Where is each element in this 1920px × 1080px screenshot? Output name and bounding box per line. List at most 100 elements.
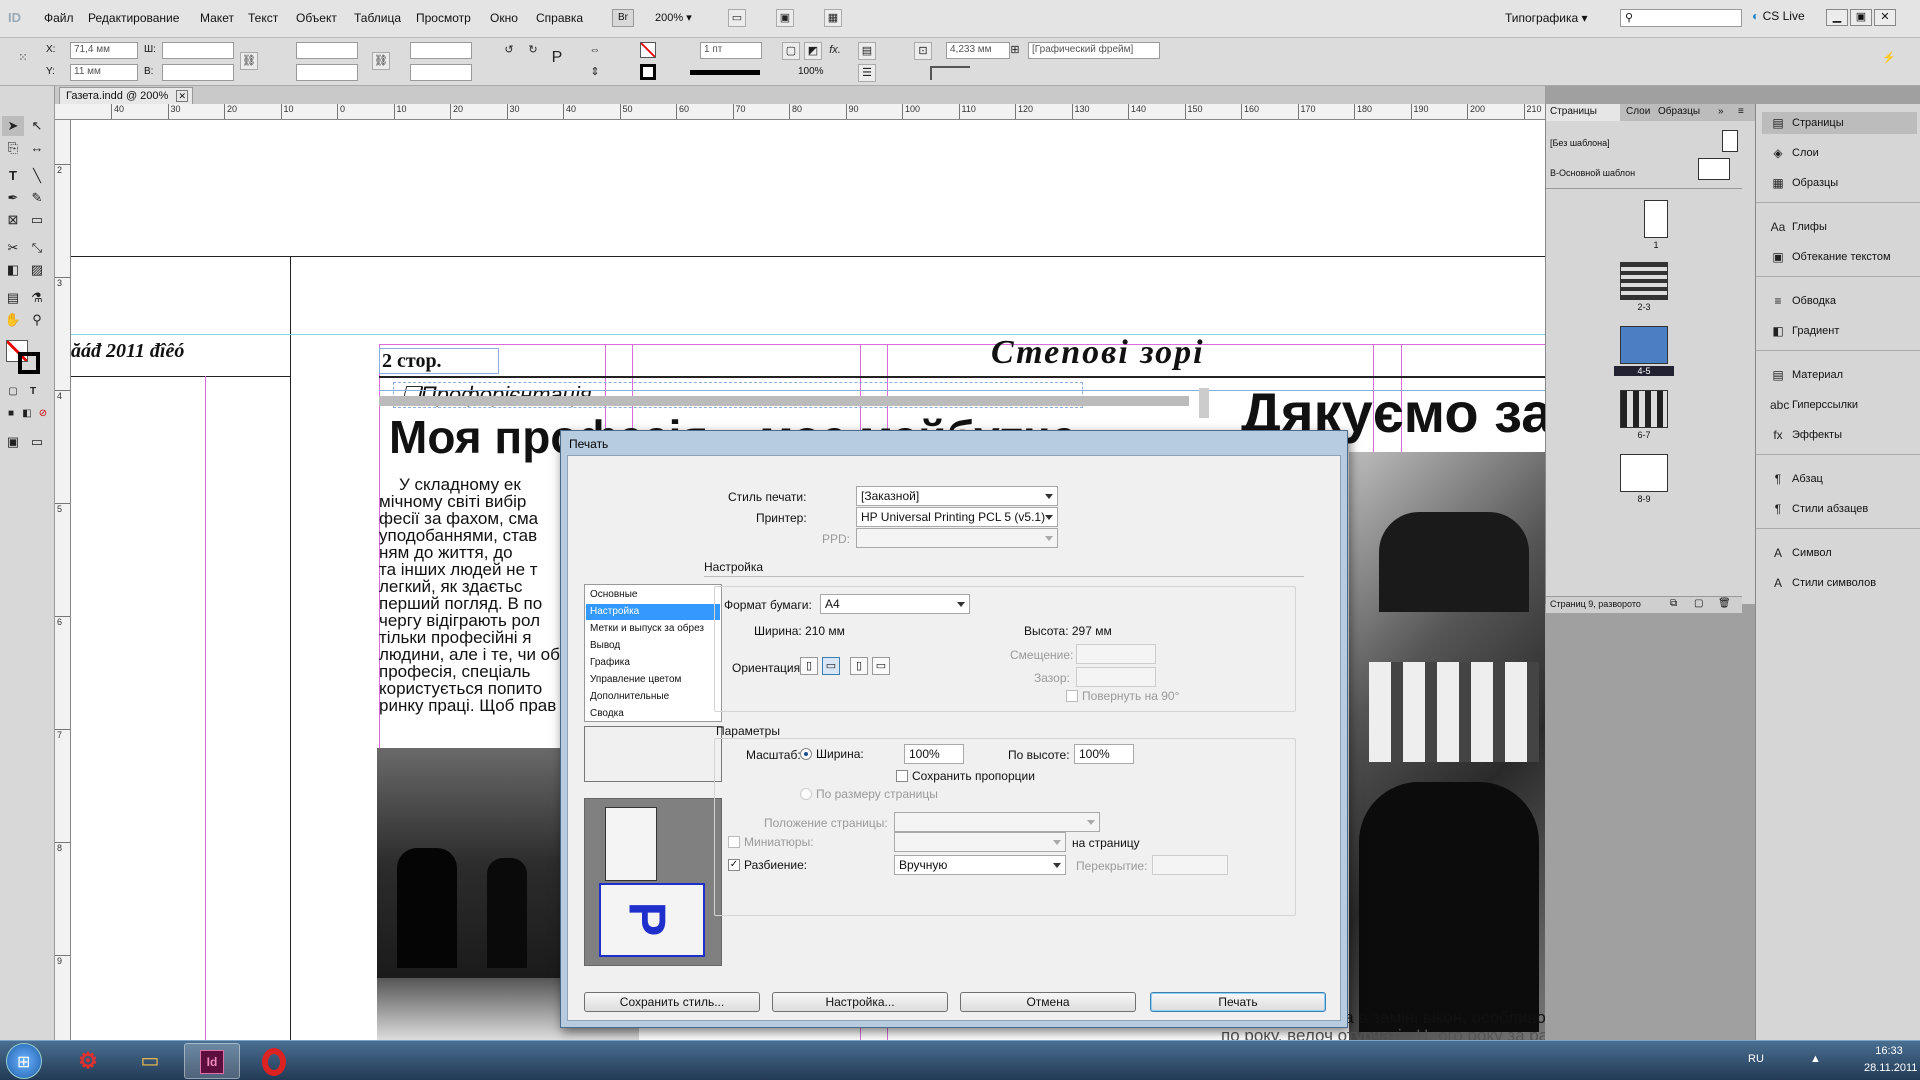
scale-y-field[interactable] [296, 64, 358, 81]
rotation-field[interactable] [410, 42, 472, 59]
gap-tool-icon[interactable]: ↔ [26, 138, 48, 158]
tray-expand-icon[interactable]: ▲ [1810, 1053, 1821, 1065]
close-button[interactable]: ✕ [1874, 9, 1896, 26]
file-explorer-icon[interactable]: ▭ [128, 1045, 172, 1077]
effects-fx-icon[interactable]: fx. [826, 42, 844, 60]
scale-height-field[interactable]: 100% [1074, 744, 1134, 764]
close-tab-icon[interactable]: ✕ [176, 90, 189, 102]
panel-item-character-styles[interactable]: A Стили символов [1762, 572, 1917, 594]
print-style-select[interactable]: [Заказной] [856, 486, 1058, 506]
page-position-select[interactable] [894, 812, 1100, 832]
stroke-swatch-icon[interactable] [640, 64, 656, 80]
keep-proportions-checkbox[interactable] [896, 770, 908, 782]
menu-item[interactable]: Окно [490, 11, 518, 25]
menu-item[interactable]: Редактирование [88, 11, 179, 25]
minimize-button[interactable]: ▁ [1826, 9, 1848, 26]
view-options-icon[interactable]: ▭ [728, 9, 746, 27]
fit-page-radio[interactable] [800, 788, 812, 800]
print-section-item[interactable]: Вывод [586, 638, 720, 654]
save-style-button[interactable]: Сохранить стиль... [584, 992, 760, 1012]
panel-item-text-wrap[interactable]: ▣ Обтекание текстом [1762, 246, 1917, 268]
cancel-button[interactable]: Отмена [960, 992, 1136, 1012]
rotate-ccw-icon[interactable]: ↺ [500, 42, 518, 60]
print-section-item[interactable]: Настройка [586, 604, 720, 620]
master-basic-thumb[interactable] [1698, 158, 1730, 180]
y-field[interactable]: 11 мм [70, 64, 138, 81]
panel-item-glyphs[interactable]: Aa Глифы [1762, 216, 1917, 238]
gradient-feather-tool-icon[interactable]: ▨ [26, 260, 48, 280]
zoom-select[interactable]: 200% ▾ [655, 11, 692, 24]
flip-horizontal-icon[interactable]: ⇔ [586, 42, 604, 60]
align-icon[interactable]: ☰ [858, 64, 876, 82]
scale-x-field[interactable] [296, 42, 358, 59]
thumbnails-checkbox[interactable] [728, 836, 740, 848]
ppd-select[interactable] [856, 528, 1058, 548]
language-indicator[interactable]: RU [1748, 1053, 1764, 1065]
fit-frame-icon[interactable]: ⊡ [914, 42, 932, 60]
gradient-swatch-tool-icon[interactable]: ◧ [2, 260, 24, 280]
rotate-90-checkbox[interactable] [1066, 690, 1078, 702]
portrait-icon[interactable]: ▯ [800, 657, 818, 675]
stroke-color-icon[interactable] [18, 352, 40, 374]
tiling-select[interactable]: Вручную [894, 855, 1066, 875]
panel-item-stroke[interactable]: ≡ Обводка [1762, 290, 1917, 312]
panel-item-paragraph[interactable]: ¶ Абзац [1762, 468, 1917, 490]
print-button[interactable]: Печать [1150, 992, 1326, 1012]
overlap-field[interactable] [1152, 855, 1228, 875]
corner-options-icon[interactable]: ▢ [782, 42, 800, 60]
free-transform-tool-icon[interactable]: ⤡ [26, 238, 48, 258]
cs-live-button[interactable]: ◐ CS Live [1752, 9, 1805, 23]
indesign-taskbar-button[interactable]: Id [184, 1043, 240, 1079]
panel-item-gradient[interactable]: ◧ Градиент [1762, 320, 1917, 342]
x-field[interactable]: 71,4 мм [70, 42, 138, 59]
start-button[interactable]: ⊞ [6, 1043, 42, 1079]
print-section-item[interactable]: Графика [586, 655, 720, 671]
page-thumb-2-3[interactable] [1620, 262, 1668, 300]
tab-layers[interactable]: Слои [1626, 106, 1650, 117]
type-tool-icon[interactable]: T [2, 166, 24, 186]
master-none-thumb[interactable] [1722, 130, 1738, 152]
taskbar-app-icon[interactable]: ⚙ [66, 1045, 110, 1077]
opera-icon[interactable] [252, 1045, 296, 1077]
scale-width-radio[interactable] [800, 748, 812, 760]
search-input[interactable]: ⚲ [1620, 9, 1742, 27]
new-page-icon[interactable]: ▢ [1694, 598, 1703, 609]
line-tool-icon[interactable]: ╲ [26, 166, 48, 186]
print-section-item[interactable]: Дополнительные [586, 689, 720, 705]
reverse-portrait-icon[interactable]: ▯ [850, 657, 868, 675]
setup-button[interactable]: Настройка... [772, 992, 948, 1012]
panel-menu-icon[interactable]: ≡ [1738, 106, 1744, 117]
clock-time[interactable]: 16:33 [1864, 1045, 1914, 1057]
bridge-button[interactable]: Br [612, 9, 634, 27]
rotate-cw-icon[interactable]: ↻ [524, 42, 542, 60]
panel-item-layers[interactable]: ◈ Слои [1762, 142, 1917, 164]
paper-size-select[interactable]: A4 [820, 594, 970, 614]
menu-item[interactable]: Объект [296, 11, 337, 25]
eyedropper-tool-icon[interactable]: ⚗ [26, 288, 48, 308]
thumbnails-select[interactable] [894, 832, 1066, 852]
gap-field[interactable] [1076, 667, 1156, 687]
object-style-icon[interactable]: ⊞ [1006, 42, 1024, 60]
width-value-field[interactable]: 4,233 мм [946, 42, 1010, 59]
menu-item[interactable]: Таблица [354, 11, 401, 25]
p-direction-icon[interactable]: P [548, 50, 566, 68]
offset-field[interactable] [1076, 644, 1156, 664]
maximize-button[interactable]: ▣ [1850, 9, 1872, 26]
w-field[interactable] [162, 42, 234, 59]
tiling-checkbox[interactable]: ✓ [728, 859, 740, 871]
hand-tool-icon[interactable]: ✋ [2, 310, 24, 330]
h-field[interactable] [162, 64, 234, 81]
object-style-select[interactable]: [Графический фрейм] [1028, 42, 1160, 59]
quick-apply-icon[interactable]: ⚡ [1880, 50, 1898, 68]
apply-none-icon[interactable]: ⊘ [32, 404, 54, 424]
panel-item-swatches[interactable]: ▦ Образцы [1762, 172, 1917, 194]
reverse-landscape-icon[interactable]: ▭ [872, 657, 890, 675]
rectangle-tool-icon[interactable]: ▭ [26, 210, 48, 230]
arrange-documents-icon[interactable]: ▦ [824, 9, 842, 27]
master-basic[interactable]: В-Основной шаблон [1550, 168, 1635, 178]
text-wrap-icon[interactable]: ▤ [858, 42, 876, 60]
stroke-type-preview[interactable] [690, 70, 760, 75]
scale-width-field[interactable]: 100% [904, 744, 964, 764]
landscape-icon[interactable]: ▭ [822, 657, 840, 675]
preview-mode-icon[interactable]: ▭ [26, 432, 48, 452]
